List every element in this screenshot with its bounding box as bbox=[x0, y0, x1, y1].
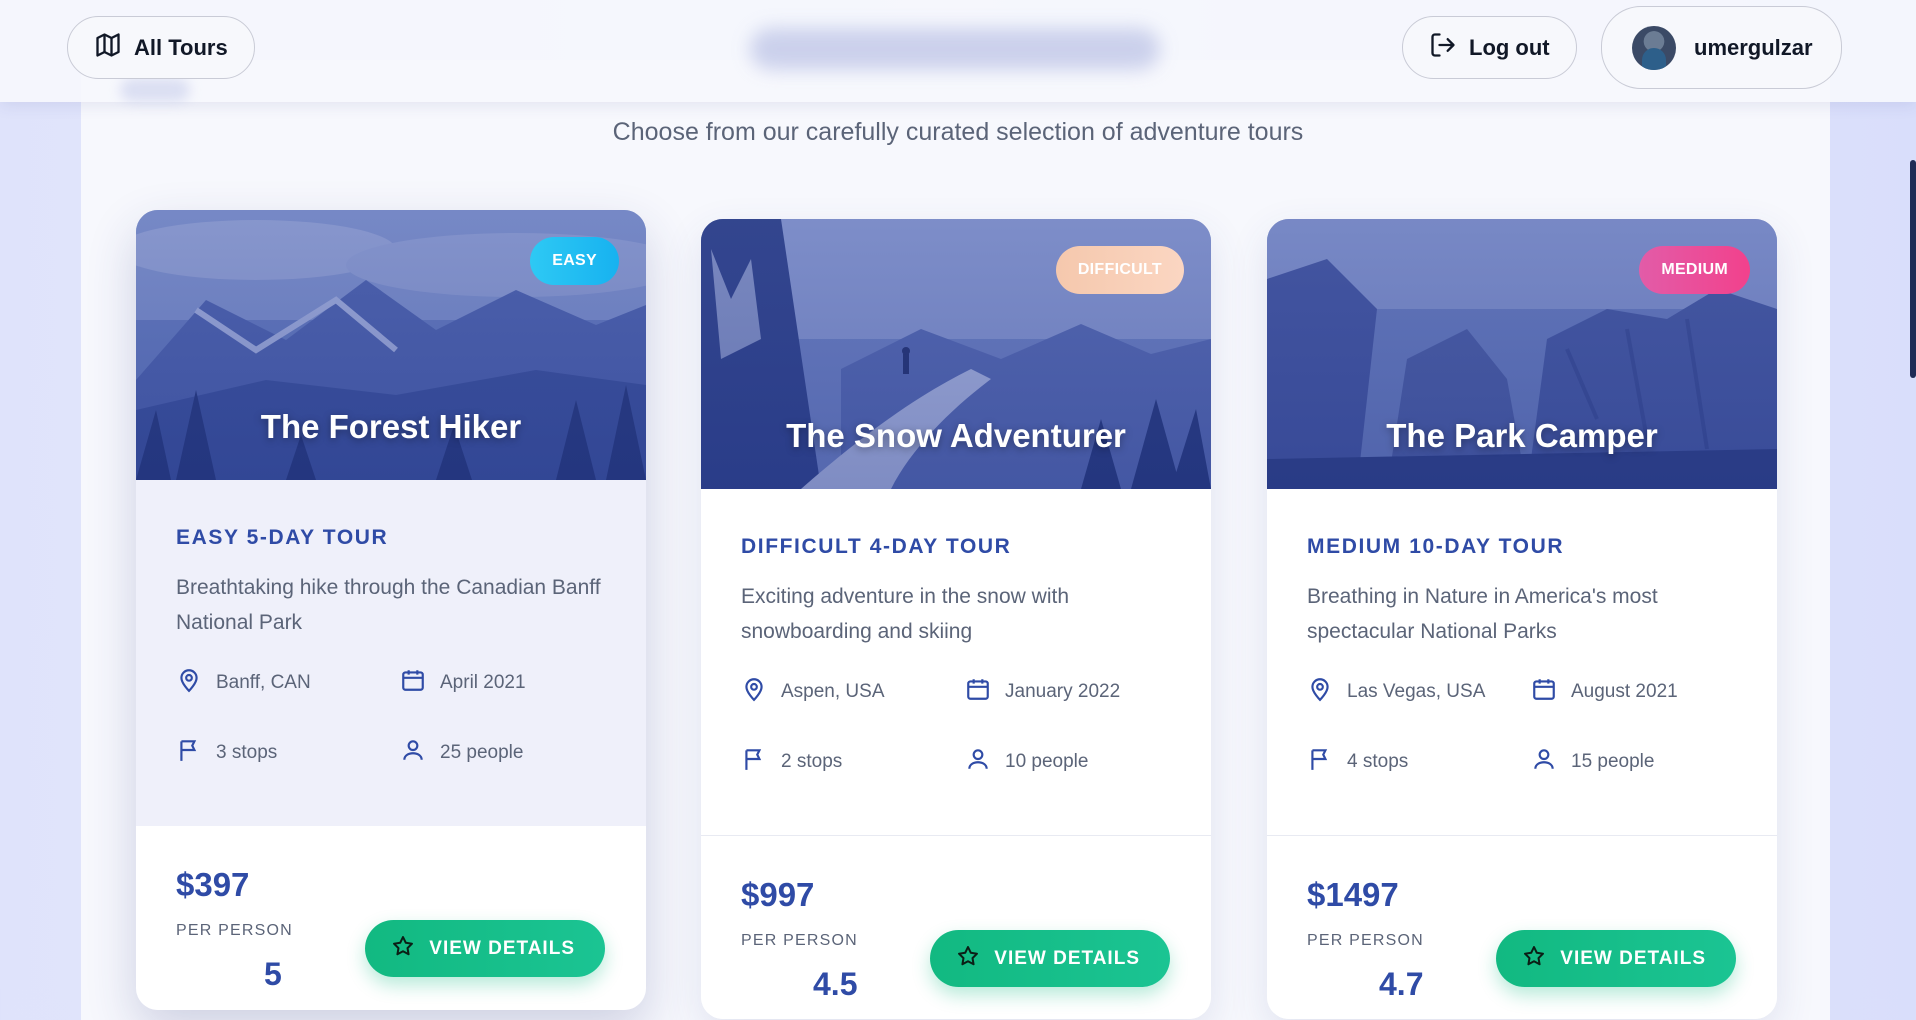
tour-image: DIFFICULT The Snow Adventurer bbox=[701, 219, 1211, 489]
view-details-button[interactable]: VIEW DETAILS bbox=[365, 920, 605, 977]
view-details-button[interactable]: VIEW DETAILS bbox=[930, 930, 1170, 987]
stops-info: 2 stops bbox=[741, 747, 965, 777]
tour-rating: 4.5 bbox=[813, 966, 858, 1002]
blurred-logo bbox=[750, 28, 1160, 70]
stops-info: 4 stops bbox=[1307, 747, 1531, 777]
star-icon bbox=[391, 934, 415, 964]
calendar-icon bbox=[400, 667, 426, 699]
per-person-label: PER PERSON bbox=[1307, 932, 1424, 949]
location-info: Banff, CAN bbox=[176, 668, 400, 698]
stops-info: 3 stops bbox=[176, 738, 400, 768]
tour-card-park-camper[interactable]: MEDIUM The Park Camper MEDIUM 10-DAY TOU… bbox=[1267, 219, 1777, 1019]
difficulty-badge: MEDIUM bbox=[1639, 246, 1750, 294]
scrollbar-thumb[interactable] bbox=[1910, 160, 1916, 378]
difficulty-badge: EASY bbox=[530, 237, 619, 285]
per-person-label: PER PERSON bbox=[176, 922, 293, 939]
location-pin-icon bbox=[176, 667, 202, 699]
tour-card-forest-hiker[interactable]: EASY The Forest Hiker EASY 5-DAY TOUR Br… bbox=[136, 210, 646, 1010]
person-icon bbox=[965, 746, 991, 778]
top-navbar: All Tours Log out umergulzar bbox=[0, 0, 1916, 102]
date-info: April 2021 bbox=[400, 668, 616, 698]
date-info: January 2022 bbox=[965, 677, 1181, 707]
group-size-info: 10 people bbox=[965, 747, 1181, 777]
tour-title: The Snow Adventurer bbox=[786, 417, 1126, 454]
all-tours-button[interactable]: All Tours bbox=[67, 16, 255, 79]
calendar-icon bbox=[1531, 676, 1557, 708]
tour-description: Breathing in Nature in America's most sp… bbox=[1307, 585, 1658, 643]
tour-description: Breathtaking hike through the Canadian B… bbox=[176, 576, 601, 634]
tour-image: EASY The Forest Hiker bbox=[136, 210, 646, 480]
location-pin-icon bbox=[741, 676, 767, 708]
tour-type: EASY 5-DAY TOUR bbox=[176, 526, 389, 549]
tour-title: The Forest Hiker bbox=[260, 408, 522, 445]
flag-icon bbox=[741, 746, 767, 778]
all-tours-label: All Tours bbox=[134, 34, 228, 60]
person-icon bbox=[1531, 746, 1557, 778]
map-icon bbox=[94, 31, 122, 65]
star-icon bbox=[956, 944, 980, 974]
difficulty-badge: DIFFICULT bbox=[1055, 246, 1184, 294]
tour-rating: 4.7 bbox=[1379, 966, 1424, 1002]
blurred-element bbox=[120, 78, 190, 102]
tour-price: $997 bbox=[741, 876, 815, 913]
calendar-icon bbox=[965, 676, 991, 708]
tour-price: $397 bbox=[176, 866, 250, 903]
location-pin-icon bbox=[1307, 676, 1333, 708]
page-subtitle: Choose from our carefully curated select… bbox=[612, 118, 1304, 146]
tour-image: MEDIUM The Park Camper bbox=[1267, 219, 1777, 489]
per-person-label: PER PERSON bbox=[741, 932, 858, 949]
username-label: umergulzar bbox=[1694, 34, 1813, 60]
logout-icon bbox=[1429, 31, 1457, 65]
tour-type: MEDIUM 10-DAY TOUR bbox=[1307, 535, 1565, 558]
location-info: Las Vegas, USA bbox=[1307, 677, 1531, 707]
flag-icon bbox=[176, 737, 202, 769]
tour-rating: 5 bbox=[264, 956, 282, 992]
tour-price: $1497 bbox=[1307, 876, 1399, 913]
group-size-info: 15 people bbox=[1531, 747, 1747, 777]
date-info: August 2021 bbox=[1531, 677, 1747, 707]
tour-description: Exciting adventure in the snow with snow… bbox=[741, 585, 1070, 643]
user-profile-button[interactable]: umergulzar bbox=[1601, 6, 1842, 89]
tour-title: The Park Camper bbox=[1386, 417, 1658, 454]
view-details-button[interactable]: VIEW DETAILS bbox=[1496, 930, 1736, 987]
flag-icon bbox=[1307, 746, 1333, 778]
logout-label: Log out bbox=[1469, 34, 1550, 60]
logout-button[interactable]: Log out bbox=[1402, 16, 1577, 79]
tour-type: DIFFICULT 4-DAY TOUR bbox=[741, 535, 1012, 558]
group-size-info: 25 people bbox=[400, 738, 616, 768]
tour-card-snow-adventurer[interactable]: DIFFICULT The Snow Adventurer DIFFICULT … bbox=[701, 219, 1211, 1019]
person-icon bbox=[400, 737, 426, 769]
avatar bbox=[1632, 25, 1676, 70]
star-icon bbox=[1522, 944, 1546, 974]
location-info: Aspen, USA bbox=[741, 677, 965, 707]
